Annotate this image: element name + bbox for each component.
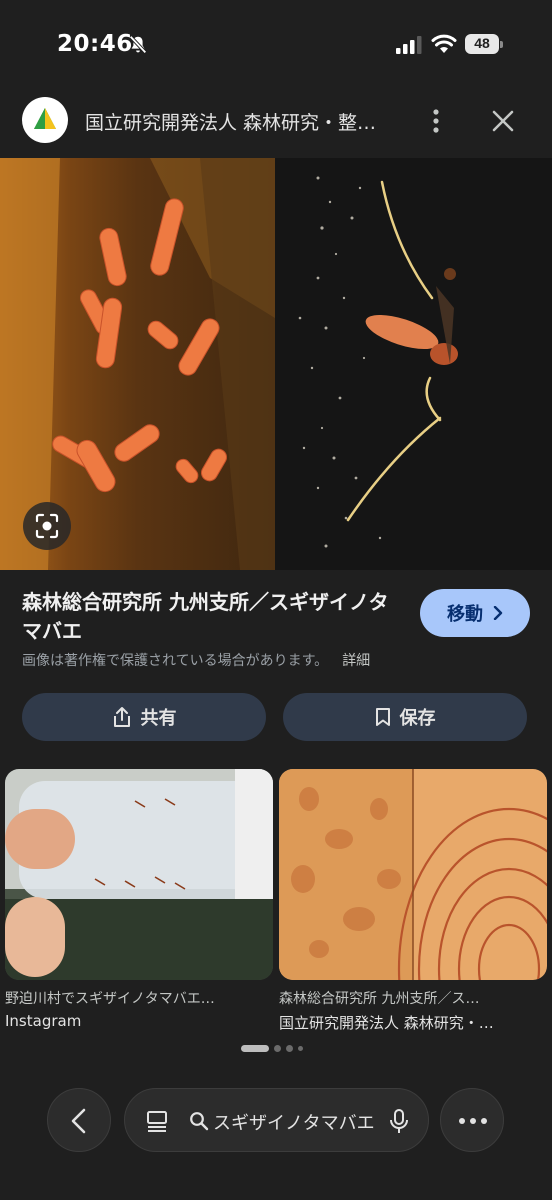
visit-button[interactable]: 移動 xyxy=(420,589,530,637)
forest-logo-icon[interactable] xyxy=(22,97,68,143)
page-dot xyxy=(286,1044,293,1052)
copyright-text: 画像は著作権で保護されている場合があります。 xyxy=(22,653,329,669)
more-horiz-icon xyxy=(459,1118,487,1124)
wifi-icon xyxy=(431,34,457,53)
related-caption: 野迫川村でスギザイノタマバエ… xyxy=(5,991,215,1007)
more-vert-icon[interactable] xyxy=(424,106,448,136)
main-image[interactable] xyxy=(0,158,552,570)
related-image[interactable] xyxy=(279,769,547,980)
result-title[interactable]: 森林総合研究所 九州支所／スギザイノタマバエ xyxy=(22,588,397,646)
related-source: Instagram xyxy=(5,1012,82,1030)
save-label: 保存 xyxy=(399,708,436,729)
back-icon xyxy=(71,1108,86,1134)
bell-off-icon xyxy=(129,35,147,54)
lens-icon[interactable] xyxy=(23,502,71,550)
page-dot-active xyxy=(241,1044,269,1052)
more-button[interactable] xyxy=(440,1088,504,1152)
bookmark-icon xyxy=(375,708,390,726)
share-icon xyxy=(113,707,130,727)
related-card[interactable]: 森林総合研究所 九州支所／ス… 国立研究開発法人 森林研究・… xyxy=(279,769,547,1033)
tab-list-icon[interactable] xyxy=(145,1109,169,1133)
search-icon xyxy=(190,1112,209,1131)
battery-icon: 48 xyxy=(465,34,503,54)
close-icon[interactable] xyxy=(488,106,518,136)
search-query[interactable]: スギザイノタマバエ xyxy=(213,1109,375,1135)
back-button[interactable] xyxy=(47,1088,111,1152)
status-bar: 20:46 48 xyxy=(0,0,552,90)
battery-level: 48 xyxy=(474,35,490,51)
search-bar[interactable]: スギザイノタマバエ xyxy=(124,1088,429,1152)
signal-icon xyxy=(396,36,422,54)
related-image[interactable] xyxy=(5,769,273,980)
source-header: 国立研究開発法人 森林研究・整… xyxy=(0,92,552,154)
status-time: 20:46 xyxy=(57,31,133,57)
copyright-notice: 画像は著作権で保護されている場合があります。 詳細 xyxy=(22,650,370,670)
share-button[interactable]: 共有 xyxy=(22,693,266,741)
page-dot xyxy=(298,1045,303,1051)
mic-icon[interactable] xyxy=(388,1108,410,1134)
related-card[interactable]: 野迫川村でスギザイノタマバエ… Instagram xyxy=(5,769,273,1030)
visit-label: 移動 xyxy=(447,604,483,625)
page-indicator xyxy=(241,1044,303,1052)
save-button[interactable]: 保存 xyxy=(283,693,527,741)
related-source: 国立研究開発法人 森林研究・… xyxy=(279,1014,494,1032)
page-dot xyxy=(274,1044,281,1052)
chevron-right-icon xyxy=(493,606,503,620)
share-label: 共有 xyxy=(140,708,177,729)
site-title[interactable]: 国立研究開発法人 森林研究・整… xyxy=(85,108,390,135)
detail-link[interactable]: 詳細 xyxy=(342,653,370,669)
related-caption: 森林総合研究所 九州支所／ス… xyxy=(279,991,480,1007)
